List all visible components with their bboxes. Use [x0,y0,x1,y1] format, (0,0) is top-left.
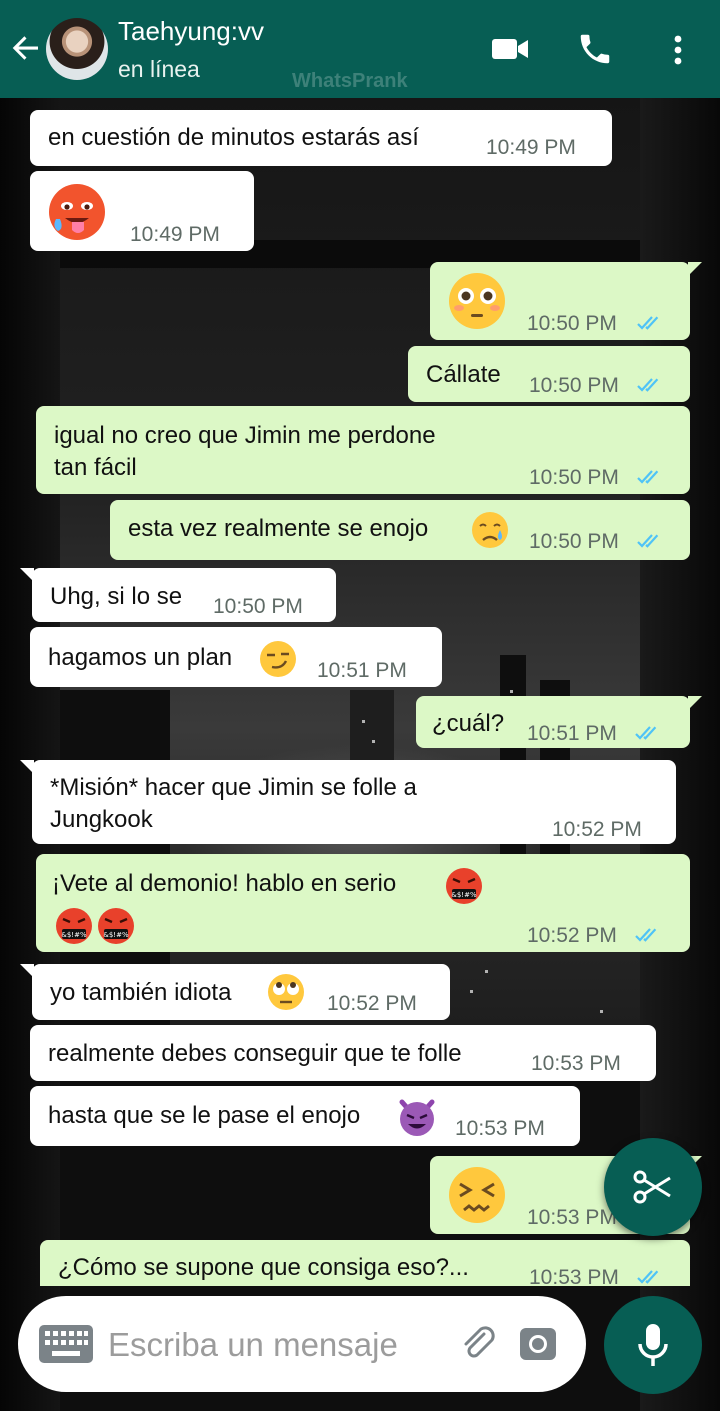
message-text: esta vez realmente se enojo [128,515,429,542]
hot-face-emoji-icon [49,184,105,240]
attach-clip-icon[interactable] [458,1324,498,1364]
bubble-tail [688,262,702,276]
message-text-line: Jungkook [50,806,153,833]
read-receipt-icon [636,1268,664,1286]
message-time: 10:50 PM [529,530,619,553]
bubble-tail [20,760,34,774]
voice-message-button[interactable] [604,1296,702,1394]
smiling-devil-emoji-icon [399,1099,435,1136]
bubble-tail [688,696,702,710]
wallpaper-light [362,720,365,723]
chat-header: Taehyung:vv en línea WhatsPrank [0,0,720,98]
svg-text:&$!#%: &$!#% [103,931,129,939]
message-text: ¿cuál? [432,710,505,737]
contact-name[interactable]: Taehyung:vv [118,16,264,47]
wallpaper-light [372,740,375,743]
message-bubble-incoming[interactable]: en cuestión de minutos estarás así 10:49… [30,110,612,166]
message-time: 10:50 PM [529,466,619,489]
read-receipt-icon [636,314,664,332]
phone-call-icon[interactable] [576,30,614,68]
message-text-line: *Misión* hacer que Jimin se folle a [50,774,417,801]
message-time: 10:51 PM [317,659,407,682]
scissors-icon [633,1170,671,1204]
cut-button[interactable] [604,1138,702,1236]
message-bubble-incoming[interactable]: realmente debes conseguir que te folle 1… [30,1025,656,1081]
message-bubble-outgoing[interactable]: 10:50 PM [430,262,702,340]
message-text: hagamos un plan [48,644,233,671]
message-input[interactable] [106,1316,440,1374]
face-with-symbols-emoji-icon: &$!#% [56,908,92,944]
message-text: Cállate [426,361,501,388]
message-bubble-outgoing[interactable]: ¡Vete al demonio! hablo en serio &$!#% &… [36,854,690,952]
message-composer [18,1296,586,1392]
smirking-face-emoji-icon [260,641,296,677]
message-time: 10:52 PM [327,992,417,1015]
wallpaper-light [600,1010,603,1013]
message-time: 10:50 PM [529,374,619,397]
read-receipt-icon [634,926,662,944]
message-time: 10:49 PM [130,223,220,246]
watermark: WhatsPrank [292,70,408,92]
message-text-line: igual no creo que Jimin me perdone [54,422,436,449]
message-text: realmente debes conseguir que te folle [48,1040,462,1067]
read-receipt-icon [636,468,664,486]
message-bubble-outgoing[interactable]: ¿cuál? 10:51 PM [416,696,702,748]
wallpaper-light [470,990,473,993]
message-bubble-incoming[interactable]: Uhg, si lo se 10:50 PM [20,568,336,622]
message-time: 10:53 PM [529,1266,619,1286]
read-receipt-icon [636,376,664,394]
contact-avatar[interactable] [46,18,108,80]
read-receipt-icon [636,532,664,550]
message-time: 10:53 PM [527,1206,617,1229]
svg-text:&$!#%: &$!#% [451,891,477,899]
message-bubble-incoming[interactable]: hasta que se le pase el enojo 10:53 PM [30,1086,580,1146]
message-bubble-outgoing[interactable]: esta vez realmente se enojo 10:50 PM [110,500,690,560]
crying-face-emoji-icon [472,512,508,548]
eye-roll-emoji-icon [268,974,304,1010]
message-bubble-outgoing[interactable]: ¿Cómo se supone que consiga eso?... 10:5… [40,1240,690,1286]
video-call-icon[interactable] [490,32,530,66]
message-text: ¿Cómo se supone que consiga eso?... [58,1254,469,1281]
message-text: en cuestión de minutos estarás así [48,124,419,151]
more-options-icon[interactable] [666,32,690,68]
face-with-symbols-emoji-icon: &$!#% [98,908,134,944]
keyboard-icon[interactable] [38,1324,94,1364]
message-bubble-incoming[interactable]: yo también idiota 10:52 PM [20,964,450,1020]
message-text: yo también idiota [50,979,232,1006]
confounded-face-emoji-icon [449,1167,505,1223]
bubble-tail [20,964,34,978]
message-bubble-outgoing[interactable]: Cállate 10:50 PM [408,346,690,402]
camera-icon[interactable] [518,1324,558,1364]
contact-status: en línea [118,56,200,82]
message-time: 10:53 PM [531,1052,621,1075]
message-text: ¡Vete al demonio! hablo en serio [52,870,397,897]
message-time: 10:52 PM [527,924,617,947]
message-time: 10:50 PM [527,312,617,335]
wallpaper-light [485,970,488,973]
face-with-symbols-emoji-icon: &$!#% [446,868,482,904]
message-time: 10:51 PM [527,722,617,745]
back-arrow-icon[interactable] [8,30,44,66]
message-bubble-incoming[interactable]: 10:49 PM [30,171,254,251]
message-text: hasta que se le pase el enojo [48,1102,361,1129]
message-time: 10:52 PM [552,818,642,841]
message-time: 10:50 PM [213,595,303,618]
flushed-face-emoji-icon [449,273,505,329]
message-time: 10:53 PM [455,1117,545,1140]
wallpaper-window-frame-left [0,98,60,1411]
wallpaper-light [510,690,513,693]
svg-text:&$!#%: &$!#% [61,931,87,939]
message-bubble-outgoing[interactable]: igual no creo que Jimin me perdone tan f… [36,406,690,494]
read-receipt-icon [634,724,662,742]
message-text: Uhg, si lo se [50,583,183,610]
message-bubble-incoming[interactable]: hagamos un plan 10:51 PM [30,627,442,687]
microphone-icon [638,1324,668,1366]
bubble-tail [20,568,34,582]
message-text-line: tan fácil [54,454,137,481]
message-bubble-incoming[interactable]: *Misión* hacer que Jimin se folle a Jung… [20,760,676,844]
message-time: 10:49 PM [486,136,576,159]
